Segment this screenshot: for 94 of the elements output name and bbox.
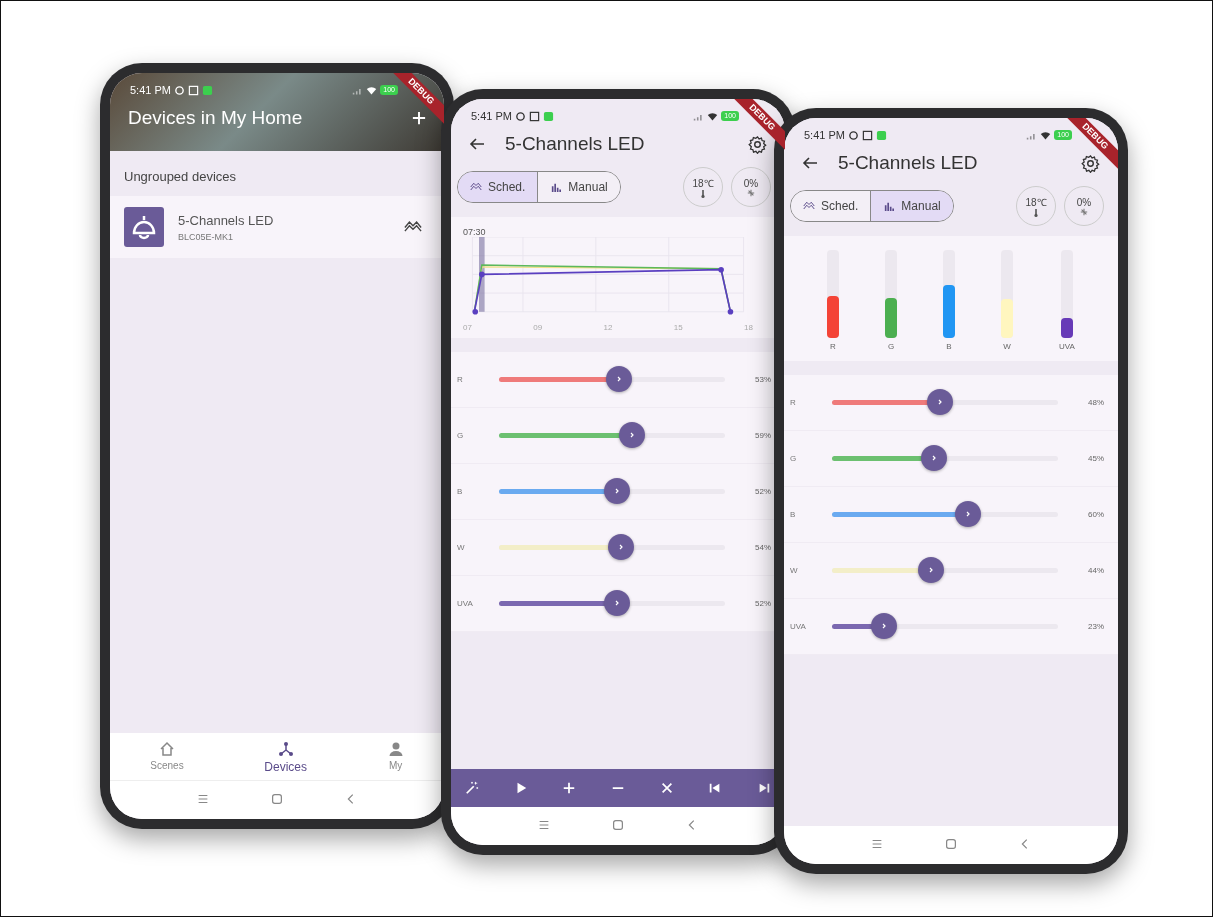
mode-toggle[interactable]: Sched. [791, 191, 871, 221]
page-title: 5-Channels LED [838, 152, 979, 174]
schedule-icon [404, 220, 422, 234]
slider-thumb[interactable] [954, 501, 981, 527]
back-arrow-icon[interactable] [802, 155, 818, 171]
channel-label: W [789, 566, 799, 575]
channel-percentage: 45% [1087, 454, 1105, 463]
channel-percentage: 60% [1087, 510, 1105, 519]
channel-label: B [946, 342, 952, 351]
thermometer-icon [1032, 209, 1040, 217]
house-icon [159, 741, 175, 757]
bar-chart-icon [883, 201, 896, 211]
slider-thumb[interactable] [619, 422, 646, 448]
channel-label: G [887, 342, 895, 351]
slider-thumb[interactable] [927, 389, 954, 415]
add-icon[interactable] [412, 111, 426, 125]
nav-tab[interactable]: Devices [264, 741, 307, 774]
page-title: Devices in My Home [128, 107, 304, 129]
axis-tick-label: 15 [673, 323, 683, 332]
status-time: 5:41 PM [804, 129, 845, 141]
channel-label: R [456, 375, 464, 384]
channel-label: R [789, 398, 797, 407]
axis-tick-label: 12 [603, 323, 613, 332]
magic-wand-icon[interactable] [465, 781, 479, 795]
channel-label: B [456, 487, 464, 496]
nav-tab[interactable]: Scenes [150, 741, 184, 774]
mode-toggle[interactable]: Manual [870, 191, 953, 221]
channel-label: W [1003, 342, 1011, 351]
channel-label: R [830, 342, 836, 351]
mode-toggle[interactable]: Manual [537, 172, 620, 202]
channel-percentage: 23% [1087, 622, 1105, 631]
home-square-icon[interactable] [944, 837, 958, 851]
slider-thumb[interactable] [603, 478, 630, 504]
lamp-icon [124, 207, 164, 247]
slider-thumb[interactable] [920, 445, 947, 471]
person-icon [387, 741, 404, 757]
channel-label: UVA [1059, 342, 1075, 351]
channel-label: B [789, 510, 797, 519]
menu-icon[interactable] [537, 818, 551, 832]
slider-thumb[interactable] [870, 613, 897, 639]
section-heading: Ungrouped devices [123, 168, 238, 186]
device-name: 5-Channels LED [178, 212, 275, 228]
nodes-icon [277, 741, 294, 757]
app-icon [201, 84, 213, 96]
channel-percentage: 48% [1087, 398, 1105, 407]
app-icon [875, 129, 887, 141]
slider-thumb[interactable] [605, 366, 632, 392]
mode-toggle[interactable]: Sched. [458, 172, 538, 202]
schedule-icon [803, 201, 815, 211]
page-title: 5-Channels LED [505, 133, 646, 155]
wifi-icon [1040, 129, 1052, 141]
channel-percentage: 53% [754, 375, 772, 384]
menu-icon[interactable] [870, 837, 884, 851]
channel-percentage: 44% [1087, 566, 1105, 575]
channel-label: G [789, 454, 798, 463]
time-cursor[interactable] [479, 237, 485, 312]
device-model: BLC05E-MK1 [178, 231, 235, 242]
data-point[interactable] [718, 266, 724, 273]
nav-tab[interactable]: My [387, 741, 404, 774]
bar-chart-icon [550, 182, 563, 192]
wifi-icon [366, 84, 378, 96]
channel-label: G [456, 431, 465, 440]
close-icon[interactable] [659, 781, 674, 795]
app-icon [542, 110, 554, 122]
slider-thumb[interactable] [918, 557, 945, 583]
back-arrow-icon[interactable] [469, 136, 485, 152]
settings-icon[interactable] [1081, 153, 1100, 173]
axis-tick-label: 07 [463, 323, 472, 332]
axis-tick-label: 09 [533, 323, 543, 332]
channel-label: UVA [456, 599, 474, 608]
channel-percentage: 52% [754, 487, 772, 496]
channel-label: W [456, 543, 466, 552]
channel-percentage: 54% [754, 543, 772, 552]
wifi-icon [707, 110, 719, 122]
menu-icon[interactable] [196, 792, 210, 806]
channel-percentage: 52% [754, 599, 772, 608]
axis-tick-label: 18 [744, 323, 753, 332]
cursor-time-label: 07:30 [463, 227, 487, 237]
channel-label: UVA [789, 622, 807, 631]
channel-percentage: 59% [754, 431, 772, 440]
home-square-icon[interactable] [611, 818, 625, 832]
status-time: 5:41 PM [471, 110, 512, 122]
slider-thumb[interactable] [608, 534, 635, 560]
data-point[interactable] [727, 309, 734, 315]
thermometer-icon [699, 190, 707, 198]
device-list-item[interactable]: 5-Channels LED BLC05E-MK1 [110, 196, 444, 258]
add-icon[interactable] [562, 781, 577, 795]
status-time: 5:41 PM [130, 84, 171, 96]
data-point[interactable] [472, 309, 479, 315]
slider-thumb[interactable] [603, 590, 630, 616]
data-point[interactable] [479, 271, 485, 278]
schedule-icon [470, 182, 482, 192]
home-square-icon[interactable] [270, 792, 284, 806]
settings-icon[interactable] [748, 134, 767, 154]
